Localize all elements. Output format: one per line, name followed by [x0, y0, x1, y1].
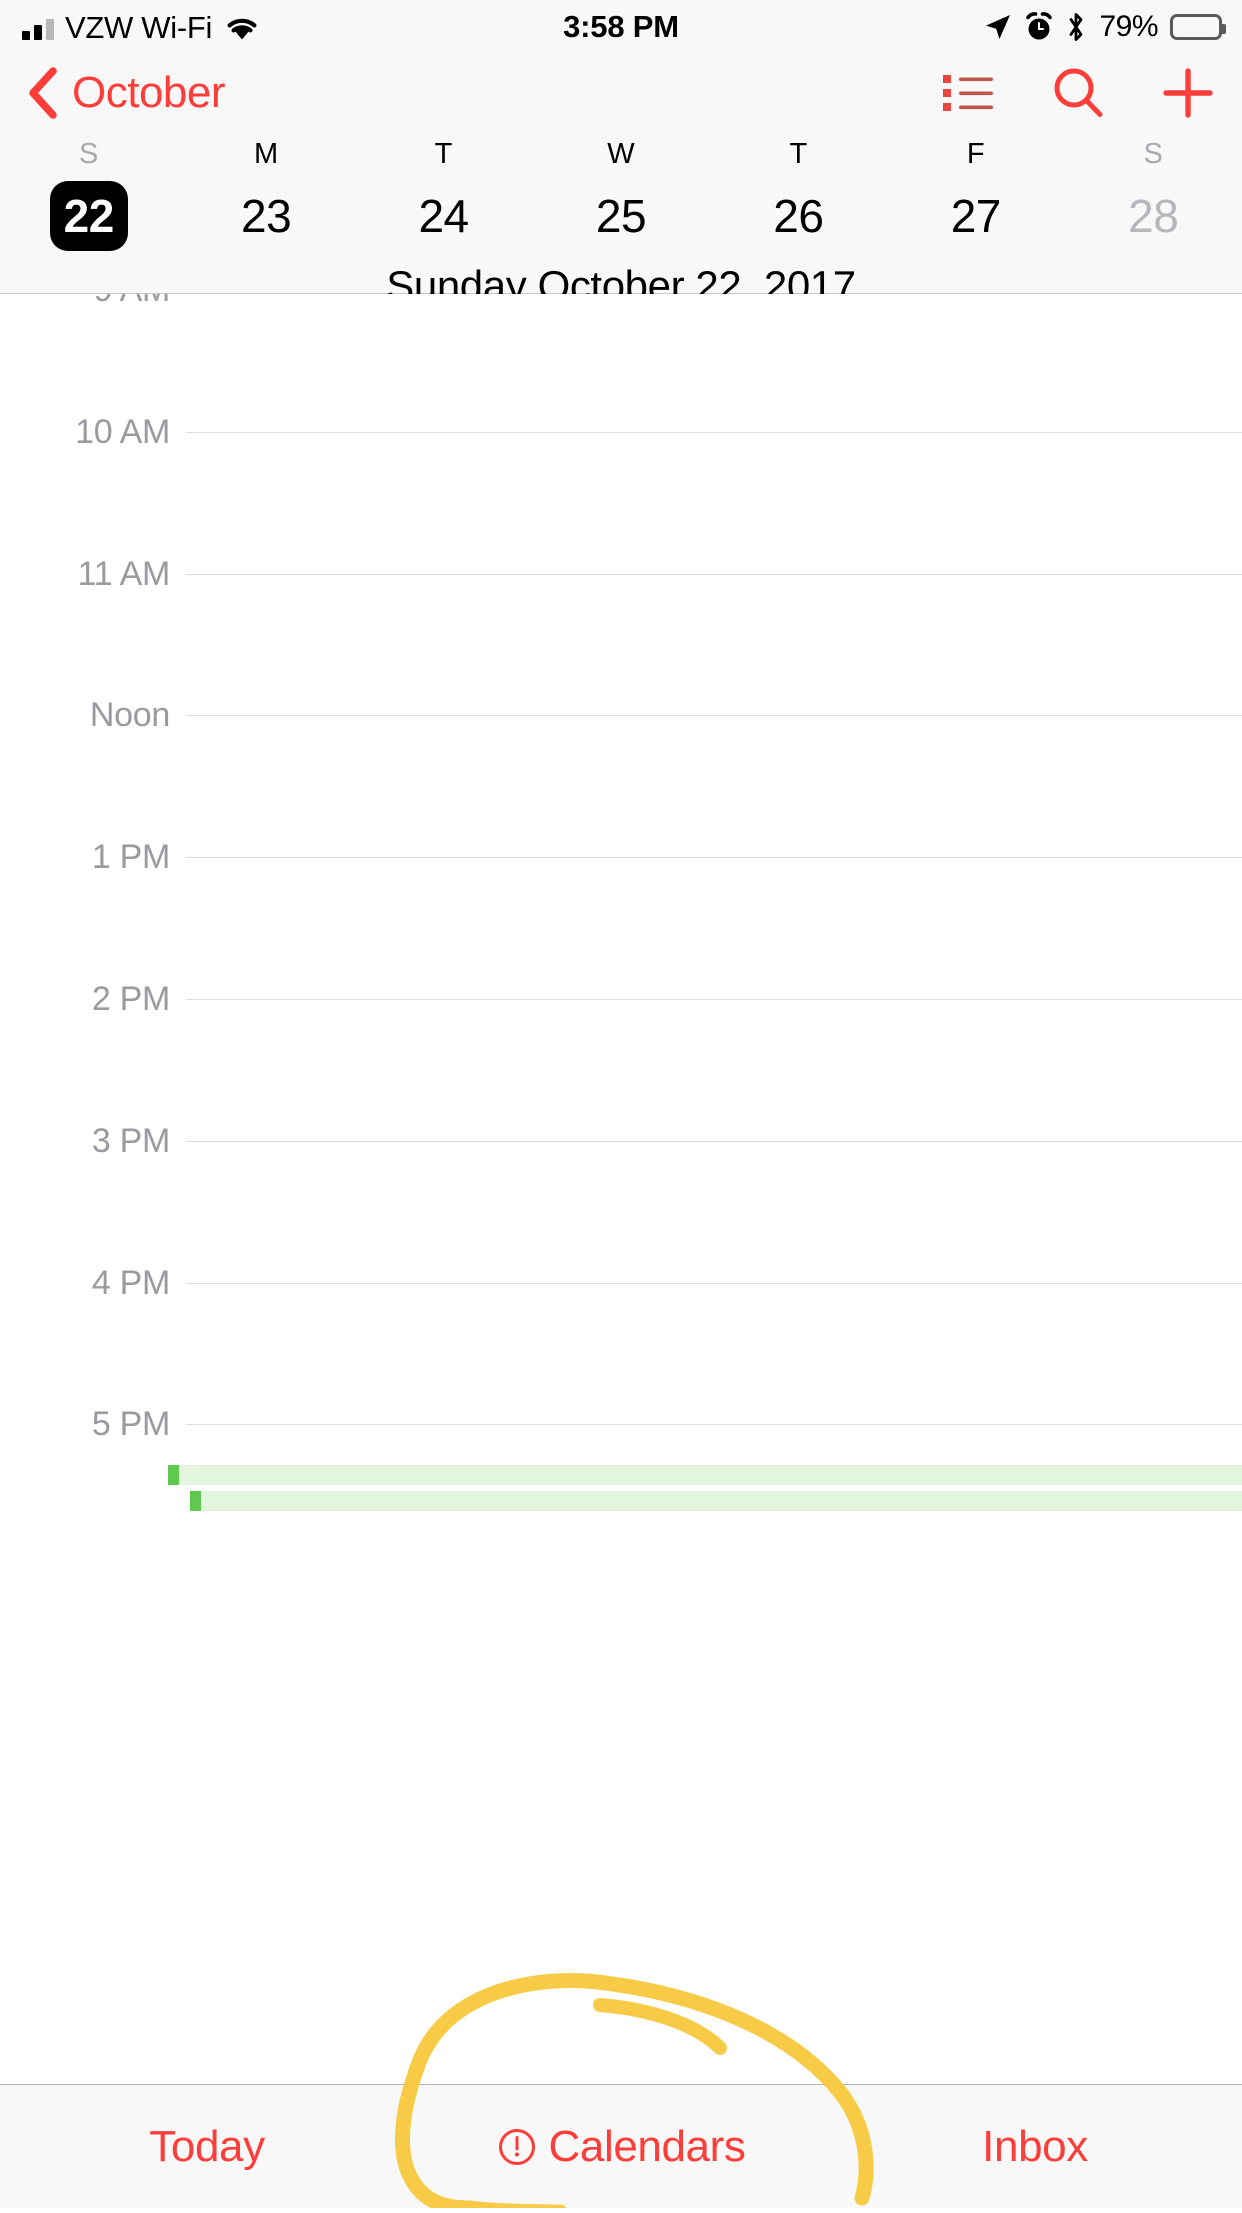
- selected-date-pill: 22: [49, 181, 128, 251]
- plus-icon[interactable]: [1160, 65, 1216, 121]
- day-timeline-grid[interactable]: 9 AM 10 AM 11 AM Noon 1 PM 2 PM 3 PM 4 PM 5 PM: [0, 294, 1242, 2084]
- hour-gridline: [186, 715, 1242, 716]
- today-button-label: Today: [149, 2121, 265, 2171]
- week-date-cell-23[interactable]: 23: [177, 181, 354, 251]
- location-arrow-icon: [983, 12, 1013, 42]
- hour-label: 9 AM: [0, 294, 171, 307]
- hour-gridline: [186, 1424, 1242, 1425]
- week-date-cell-27[interactable]: 27: [887, 181, 1064, 251]
- weekday-initial-2: T: [434, 138, 453, 170]
- hour-gridline: [186, 1283, 1242, 1284]
- weekday-initial-4: T: [789, 138, 808, 170]
- navigation-bar-actions: [940, 65, 1216, 121]
- status-bar-right: 79%: [983, 10, 1226, 44]
- hour-label: 1 PM: [91, 838, 170, 876]
- all-day-event-bar-1[interactable]: [168, 1465, 1242, 1485]
- hour-label: 2 PM: [91, 980, 170, 1018]
- weekday-initial-0: S: [78, 138, 99, 170]
- week-date-number: 24: [418, 190, 469, 242]
- bottom-toolbar: Today Calendars Inbox: [0, 2084, 1242, 2208]
- hour-gridline: [186, 857, 1242, 858]
- hour-label: Noon: [89, 696, 170, 734]
- chevron-left-icon: [26, 65, 60, 121]
- hour-label: 4 PM: [91, 1264, 170, 1302]
- hour-gridline: [186, 999, 1242, 1000]
- hour-label: 11 AM: [77, 555, 171, 593]
- exclamation-circle-icon: [497, 2127, 537, 2167]
- inbox-button[interactable]: Inbox: [828, 2121, 1242, 2171]
- event-color-accent: [190, 1491, 201, 1511]
- week-strip: SMTWTFS 22 23 24 25 26 27 28 Sunday October 22…: [0, 132, 1242, 307]
- week-date-cell-26[interactable]: 26: [710, 181, 887, 251]
- week-date-number: 28: [1128, 190, 1179, 242]
- week-date-cell-28[interactable]: 28: [1065, 181, 1242, 251]
- weekday-initial-5: F: [966, 138, 985, 170]
- hour-label: 5 PM: [91, 1405, 170, 1443]
- inbox-button-label: Inbox: [982, 2121, 1088, 2171]
- event-color-accent: [168, 1465, 179, 1485]
- week-date-cell-25[interactable]: 25: [532, 181, 709, 251]
- hour-label: 3 PM: [91, 1122, 170, 1160]
- all-day-event-bar-2[interactable]: [190, 1491, 1242, 1511]
- weekday-initial-1: M: [253, 138, 279, 170]
- week-date-cell-24[interactable]: 24: [355, 181, 532, 251]
- weekday-initials-row: SMTWTFS: [0, 132, 1242, 169]
- navigation-bar: October: [0, 54, 1242, 132]
- today-button[interactable]: Today: [0, 2121, 414, 2171]
- week-date-cell-22[interactable]: 22: [0, 181, 177, 251]
- search-icon[interactable]: [1050, 65, 1106, 121]
- list-view-icon[interactable]: [940, 65, 996, 121]
- week-dates-row: 22 23 24 25 26 27 28: [0, 181, 1242, 251]
- back-button[interactable]: October: [26, 65, 226, 121]
- week-date-number: 26: [773, 190, 824, 242]
- week-date-number: 27: [950, 190, 1002, 242]
- back-button-label: October: [72, 68, 226, 117]
- hour-gridline: [186, 1141, 1242, 1142]
- weekday-initial-3: W: [607, 138, 635, 170]
- battery-icon: [1170, 14, 1226, 40]
- calendars-button[interactable]: Calendars: [414, 2121, 828, 2171]
- hour-label: 10 AM: [75, 413, 170, 451]
- bluetooth-icon: [1065, 11, 1087, 43]
- hour-gridline: [186, 574, 1242, 575]
- week-date-number: 25: [595, 190, 647, 242]
- hour-gridline: [186, 432, 1242, 433]
- calendars-button-label: Calendars: [548, 2121, 746, 2171]
- status-bar: VZW Wi-Fi 3:58 PM 79%: [0, 0, 1242, 54]
- battery-percent-label: 79%: [1099, 10, 1158, 43]
- week-date-number: 23: [241, 190, 292, 242]
- alarm-clock-icon: [1025, 12, 1053, 42]
- weekday-initial-6: S: [1143, 138, 1164, 170]
